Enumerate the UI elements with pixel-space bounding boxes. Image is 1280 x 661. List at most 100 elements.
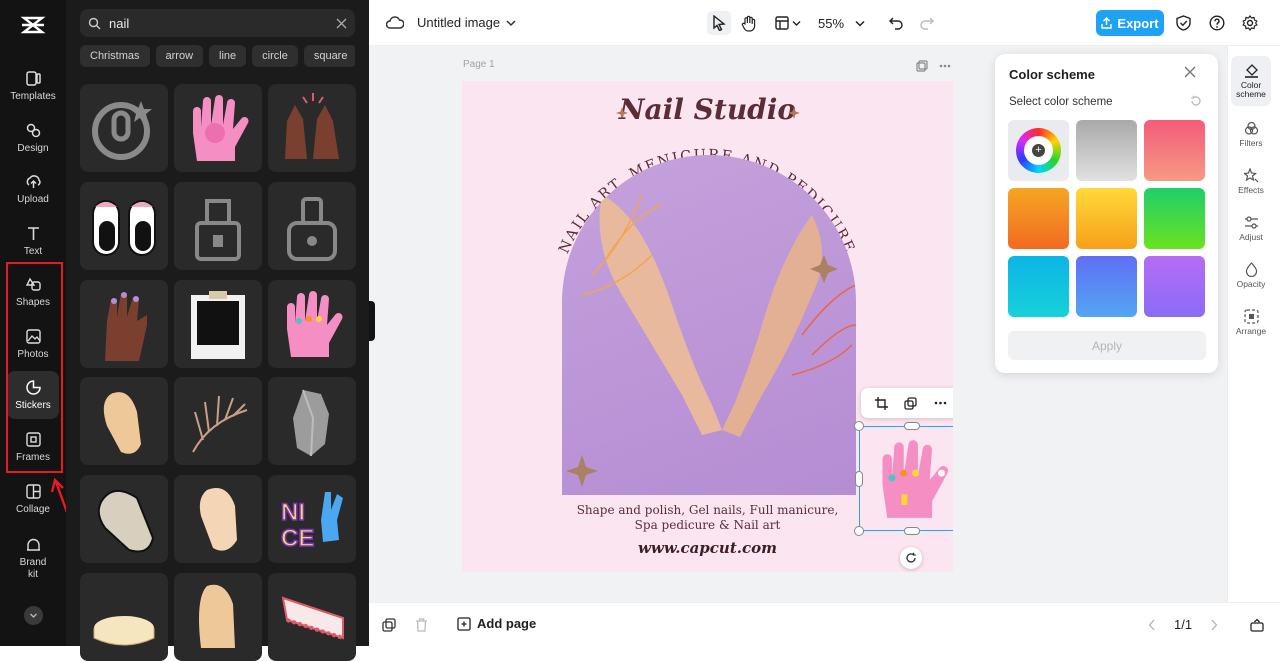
chevron-right-icon[interactable]	[1210, 619, 1218, 631]
sticker-item[interactable]	[80, 84, 168, 172]
filters-icon	[1244, 121, 1258, 135]
search-bar[interactable]: nail	[80, 9, 355, 37]
sticker-item[interactable]	[80, 280, 168, 368]
sticker-item[interactable]	[174, 377, 262, 465]
sticker-item[interactable]	[174, 84, 262, 172]
shield-button[interactable]	[1171, 11, 1195, 35]
resize-handle-bottom-left[interactable]	[854, 526, 864, 536]
rail-item-arrange[interactable]: Arrange	[1231, 300, 1271, 344]
chip-line[interactable]: line	[209, 45, 247, 67]
more-options-icon[interactable]	[939, 64, 951, 68]
sticker-item[interactable]	[268, 573, 356, 661]
sticker-item[interactable]	[80, 182, 168, 270]
rail-more-button[interactable]	[24, 606, 43, 625]
sticker-item[interactable]	[268, 182, 356, 270]
sticker-item[interactable]	[268, 377, 356, 465]
panel-collapse-handle[interactable]	[369, 301, 375, 341]
design-canvas[interactable]: Nail Studio NAIL ART, MENICURE AND PEDIC…	[462, 81, 953, 572]
settings-button[interactable]	[1238, 11, 1262, 35]
zoom-level[interactable]: 55%	[818, 16, 844, 31]
select-tool-button[interactable]	[707, 11, 731, 35]
rail-item-adjust[interactable]: Adjust	[1231, 206, 1271, 250]
duplicate-icon[interactable]	[904, 396, 918, 410]
rail-item-filters[interactable]: Filters	[1231, 112, 1271, 156]
export-button[interactable]: Export	[1096, 10, 1164, 36]
color-scheme-popover: Color scheme Select color scheme + Apply	[995, 54, 1218, 373]
swatch-grey[interactable]	[1076, 120, 1137, 181]
duplicate-page-icon[interactable]	[382, 618, 396, 632]
polaroid-frame-sticker	[191, 291, 245, 359]
sticker-item[interactable]	[174, 475, 262, 563]
sticker-item[interactable]: NI CE	[268, 475, 356, 563]
undo-button[interactable]	[884, 11, 908, 35]
document-title[interactable]: Untitled image	[417, 15, 500, 30]
sticker-item[interactable]	[174, 182, 262, 270]
sticker-item[interactable]	[174, 280, 262, 368]
swatch-orange[interactable]	[1008, 188, 1069, 249]
rail-item-effects[interactable]: Effects	[1231, 159, 1271, 203]
close-icon[interactable]	[1184, 66, 1196, 78]
arrange-icon	[1243, 308, 1259, 324]
chip-arrow[interactable]: arrow	[155, 45, 204, 67]
plus-icon: +	[1032, 144, 1045, 157]
layout-menu-button[interactable]	[771, 11, 805, 35]
rail-item-text[interactable]: Text	[7, 217, 59, 265]
swatch-purple[interactable]	[1144, 256, 1205, 317]
more-options-icon[interactable]	[934, 401, 947, 405]
hand-tool-button[interactable]	[737, 11, 761, 35]
reset-icon[interactable]	[1190, 95, 1202, 107]
photo-arch[interactable]	[562, 155, 856, 495]
expand-panel-icon[interactable]	[1250, 618, 1264, 632]
sticker-item[interactable]	[268, 280, 356, 368]
resize-handle-left[interactable]	[855, 471, 863, 487]
resize-handle-top[interactable]	[904, 422, 920, 430]
duplicate-page-icon[interactable]	[916, 60, 928, 72]
trash-icon[interactable]	[415, 618, 428, 632]
chevron-down-icon[interactable]	[506, 19, 516, 27]
sticker-item[interactable]	[174, 573, 262, 661]
rail-item-opacity[interactable]: Opacity	[1231, 253, 1271, 297]
apply-button[interactable]: Apply	[1008, 331, 1206, 360]
canvas-url[interactable]: www.capcut.com	[462, 539, 953, 557]
help-button[interactable]	[1205, 11, 1229, 35]
shield-icon	[1175, 15, 1191, 31]
rail-item-brand-kit[interactable]: Brand kit	[7, 532, 59, 584]
swatch-yellow[interactable]	[1076, 188, 1137, 249]
rail-label-collage: Collage	[16, 504, 50, 515]
rail-item-upload[interactable]: Upload	[7, 165, 59, 213]
swatch-blue[interactable]	[1076, 256, 1137, 317]
rail-item-color-scheme[interactable]: Color scheme	[1231, 56, 1271, 106]
rotate-handle[interactable]	[900, 547, 922, 569]
text-icon	[27, 227, 39, 240]
pink-hand-sticker	[193, 95, 249, 161]
sparkle-icon	[788, 107, 800, 119]
add-page-button[interactable]: Add page	[457, 616, 536, 631]
sticker-panel: nail Christmasarrowlinecirclesquare	[66, 0, 369, 661]
chip-square[interactable]: square	[303, 45, 355, 67]
resize-handle-top-left[interactable]	[854, 421, 864, 431]
chevron-left-icon[interactable]	[1148, 619, 1156, 631]
rail-item-design[interactable]: Design	[7, 114, 59, 162]
sticker-item[interactable]	[80, 377, 168, 465]
cloud-icon[interactable]	[386, 15, 404, 31]
chevron-down-icon[interactable]	[855, 20, 865, 27]
chip-christmas[interactable]: Christmas	[80, 45, 150, 67]
swatch-cyan[interactable]	[1008, 256, 1069, 317]
clear-search-icon[interactable]	[336, 18, 347, 29]
redo-button[interactable]	[915, 11, 939, 35]
rail-item-templates[interactable]: Templates	[7, 62, 59, 110]
stone-sticker	[293, 389, 329, 457]
sticker-item[interactable]	[80, 573, 168, 661]
crop-icon[interactable]	[875, 396, 889, 410]
search-icon	[88, 17, 101, 29]
chip-circle[interactable]: circle	[252, 45, 298, 67]
search-input[interactable]: nail	[109, 16, 336, 31]
swatch-coral[interactable]	[1144, 120, 1205, 181]
app-root: Templates Design Upload Text Shapes Phot…	[0, 0, 1280, 661]
resize-handle-bottom[interactable]	[904, 527, 920, 535]
color-picker-swatch[interactable]: +	[1008, 120, 1069, 181]
sticker-item[interactable]	[80, 475, 168, 563]
swatch-green[interactable]	[1144, 188, 1205, 249]
sticker-item[interactable]	[268, 84, 356, 172]
rail-label-design: Design	[17, 143, 49, 154]
